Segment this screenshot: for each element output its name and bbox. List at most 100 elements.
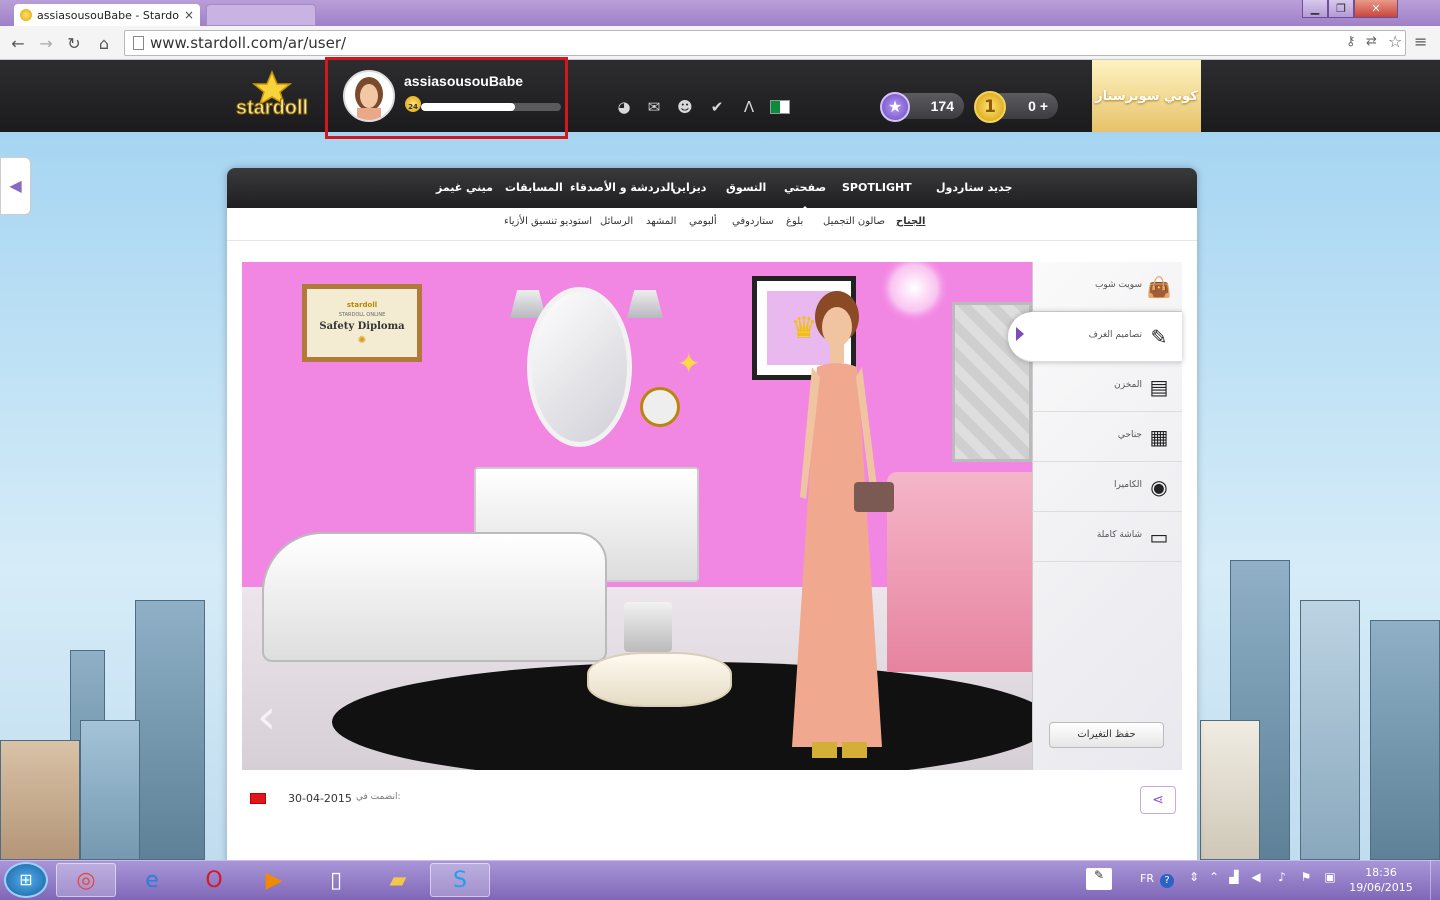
network-icon[interactable]: ▟	[1226, 870, 1242, 886]
skype-icon[interactable]: S	[430, 863, 490, 897]
page-icon	[133, 36, 144, 50]
save-changes-button[interactable]: حفظ التغيرات	[1049, 722, 1164, 748]
level-badge: 24	[405, 96, 421, 112]
room-icon: ▦	[1149, 425, 1169, 449]
chrome-icon[interactable]: ◎	[56, 863, 116, 897]
minimize-button[interactable]: ▁	[1302, 0, 1328, 18]
lamp-icon	[627, 290, 663, 318]
diploma-brand: stardoll	[346, 300, 378, 309]
menu-room-designs[interactable]: تصاميم الغرف ✎	[1008, 312, 1182, 362]
tab-close-icon[interactable]: ×	[184, 8, 194, 22]
tablet-input-icon[interactable]: ✎	[1086, 868, 1112, 890]
vanity-mirror[interactable]	[527, 287, 632, 447]
subnav-scene[interactable]: المشهد	[646, 216, 676, 227]
menu-my-suite[interactable]: جناحي ▦	[1032, 412, 1182, 462]
maximize-button[interactable]: ❐	[1328, 0, 1354, 18]
menu-camera-label: الكاميرا	[1114, 480, 1142, 490]
menu-icon[interactable]: ≡	[1414, 32, 1427, 51]
clock-date: 19/06/2015	[1349, 881, 1413, 894]
play-arrow-icon	[1016, 327, 1024, 341]
nav-design[interactable]: ديزاين	[672, 181, 706, 194]
volume-icon[interactable]: ◀	[1248, 870, 1264, 886]
display-icon[interactable]: ▣	[1322, 870, 1338, 886]
xp-progress-fill	[421, 103, 515, 111]
nav-chat-friends[interactable]: الدردشة و الأصدقاء	[570, 181, 674, 194]
subnav-suite[interactable]: الجناح	[896, 216, 925, 227]
nav-my-page[interactable]: صفحتي	[784, 181, 826, 212]
subnav-album[interactable]: ألبومي	[689, 216, 717, 227]
notification-icon[interactable]: ◕	[615, 98, 633, 116]
ottoman[interactable]	[587, 652, 732, 707]
svg-text:stardoll: stardoll	[236, 97, 308, 119]
seal-icon: ✺	[357, 334, 367, 346]
bookmark-star-icon[interactable]: ☆	[1388, 32, 1402, 51]
address-bar[interactable]: www.stardoll.com/ar/user/	[124, 30, 1406, 56]
folder-icon[interactable]: ▰	[368, 863, 428, 897]
menu-storage-label: المخزن	[1114, 380, 1142, 390]
menu-storage[interactable]: المخزن ▤	[1032, 362, 1182, 412]
chaise-lounge[interactable]	[262, 532, 607, 662]
building-icon	[0, 740, 80, 860]
subnav-stardoify[interactable]: ستاردوفي	[732, 216, 774, 227]
menu-camera[interactable]: الكاميرا ◉	[1032, 462, 1182, 512]
stardoll-header	[0, 60, 1440, 132]
megaphone-icon: ◀	[9, 176, 22, 195]
nav-whats-new[interactable]: جديد ستاردول	[936, 181, 1012, 194]
menu-sweet-shop-label: سويت شوب	[1094, 280, 1142, 290]
browser-tab-active[interactable]: assiasousouBabe - Stardo ×	[14, 4, 200, 26]
avatar[interactable]	[343, 70, 395, 122]
design-tool-icon: ✎	[1150, 325, 1168, 349]
main-nav	[227, 168, 1197, 208]
joined-date-row: 30-04-2015 انضمت في:	[288, 792, 401, 805]
help-icon[interactable]: ?	[1160, 874, 1174, 888]
start-button[interactable]: ⊞	[4, 862, 48, 898]
scroll-left-arrow-icon[interactable]: ‹	[257, 687, 293, 747]
system-clock[interactable]: 18:36 19/06/2015	[1346, 865, 1416, 895]
friends-icon[interactable]: ☻	[676, 98, 694, 116]
algeria-flag-icon[interactable]	[770, 100, 790, 114]
translate-icon[interactable]: ⇄	[1366, 34, 1377, 49]
subnav-blog[interactable]: بلوغ	[786, 216, 803, 227]
action-center-flag-icon[interactable]: ⚑	[1298, 870, 1314, 886]
opera-icon[interactable]: O	[184, 863, 244, 897]
safety-diploma-frame[interactable]: stardoll STARDOLL ONLINE Safety Diploma …	[302, 284, 422, 362]
side-tab-toggle[interactable]: ◀	[0, 157, 31, 215]
stardoll-logo[interactable]: stardoll	[222, 70, 322, 120]
arrow-up-icon[interactable]: ⌃	[1206, 870, 1222, 886]
subnav-messages[interactable]: الرسائل	[600, 216, 633, 227]
username[interactable]: assiasousouBabe	[404, 73, 523, 89]
subnav-style-studio[interactable]: استوديو تنسيق الأزياء	[504, 216, 592, 227]
media-player-icon[interactable]: ▶	[244, 863, 304, 897]
share-button[interactable]: ⋖	[1140, 786, 1176, 814]
key-icon[interactable]: ⚷	[1346, 34, 1356, 49]
subnav-divider	[227, 240, 1197, 241]
document-icon[interactable]: ▯	[306, 863, 366, 897]
home-icon[interactable]: ⌂	[94, 33, 114, 53]
url-text: www.stardoll.com/ar/user/	[150, 34, 347, 52]
browser-tab-inactive[interactable]	[206, 4, 316, 26]
subnav-beauty-parlor[interactable]: صالون التجميل	[823, 216, 885, 227]
forward-icon[interactable]: →	[36, 33, 56, 53]
fashion-icon[interactable]: Λ	[740, 98, 758, 116]
menu-sweet-shop[interactable]: سويت شوب 👜	[1032, 262, 1182, 312]
clock-time: 18:36	[1365, 866, 1397, 879]
checkmark-icon[interactable]: ✔	[708, 98, 726, 116]
internet-explorer-icon[interactable]: e	[122, 863, 182, 897]
chat-icon[interactable]: ✉	[645, 98, 663, 116]
doll-avatar[interactable]	[762, 287, 912, 762]
nav-spotlight[interactable]: SPOTLIGHT	[842, 181, 912, 194]
nav-shopping[interactable]: التسوق	[726, 181, 766, 194]
language-indicator[interactable]: FR	[1140, 872, 1154, 885]
reload-icon[interactable]: ↻	[64, 33, 84, 53]
menu-fullscreen[interactable]: شاشة كاملة ▭	[1032, 512, 1182, 562]
show-desktop-button[interactable]	[1430, 860, 1440, 900]
nav-mini-games[interactable]: ميني غيمز	[436, 181, 493, 194]
building-icon	[80, 720, 140, 860]
expand-tray-icon[interactable]: ⇕	[1186, 870, 1202, 886]
back-icon[interactable]: ←	[8, 33, 28, 53]
speaker-icon[interactable]: ♪	[1274, 870, 1290, 886]
close-window-button[interactable]: ✕	[1354, 0, 1398, 18]
suite-room-scene[interactable]: stardoll STARDOLL ONLINE Safety Diploma …	[242, 262, 1032, 770]
nav-contests[interactable]: المسابقات	[505, 181, 563, 194]
become-superstar-button[interactable]: كوني سوبرستار	[1092, 60, 1201, 132]
